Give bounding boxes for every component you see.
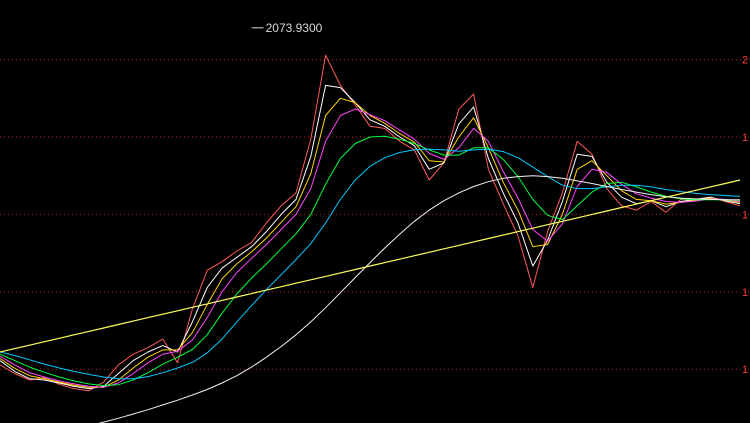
stock-chart[interactable]: 2073.9300 2 1 1 1 1: [0, 0, 750, 423]
chart-container: 2073.9300 2 1 1 1 1: [0, 0, 750, 423]
y-tick-label-2: 1: [742, 209, 748, 221]
y-tick-label-0: 2: [742, 55, 748, 67]
peak-value-label: 2073.9300: [266, 21, 323, 35]
y-tick-label-3: 1: [742, 287, 748, 299]
y-tick-label-1: 1: [742, 132, 748, 144]
y-tick-label-4: 1: [742, 364, 748, 376]
chart-background: [0, 0, 750, 423]
